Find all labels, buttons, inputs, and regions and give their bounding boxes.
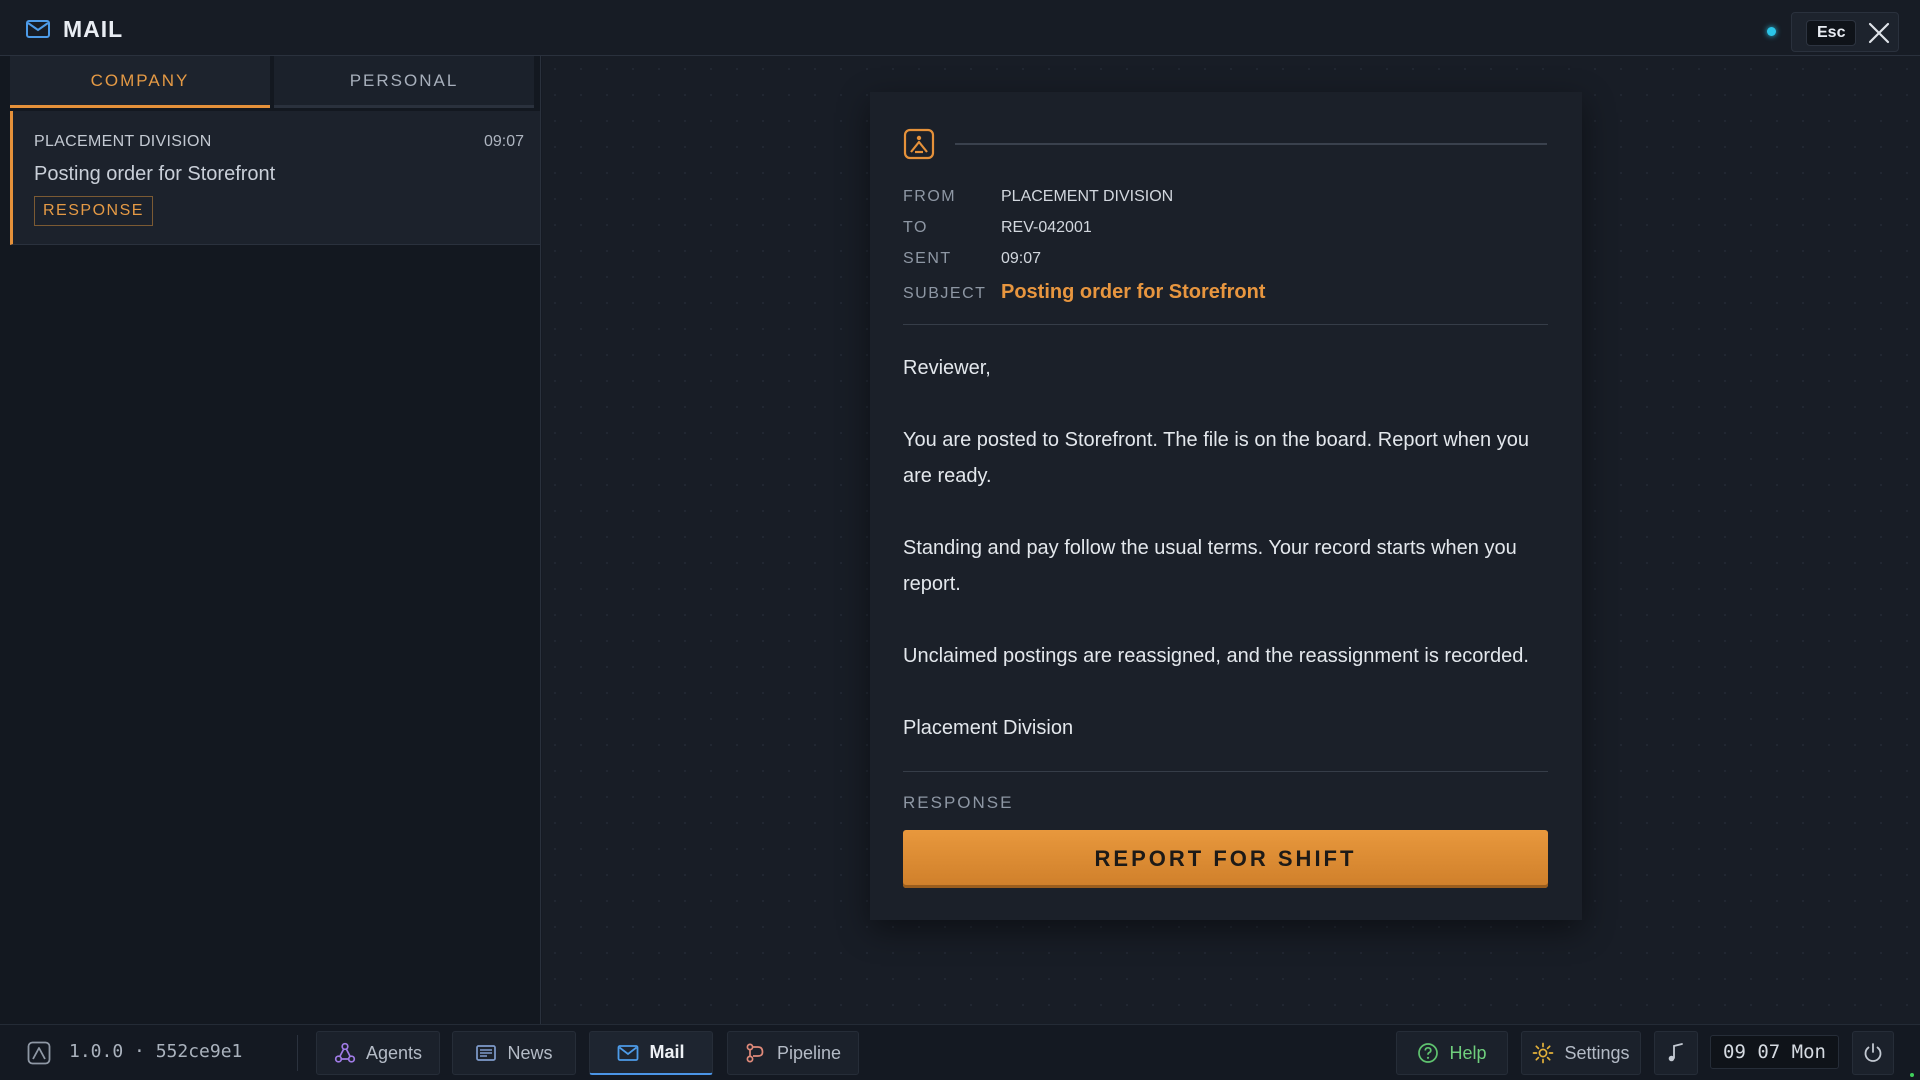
status-badge: RESPONSE (34, 196, 153, 226)
meta-subject: SUBJECT Posting order for Storefront (903, 281, 1265, 312)
body-paragraph: You are posted to Storefront. The file i… (903, 429, 1529, 487)
power-icon (1864, 1043, 1882, 1062)
pipeline-icon (746, 1043, 764, 1063)
taskbar-news-button[interactable]: News (452, 1031, 576, 1075)
mail-sender: PLACEMENT DIVISION (34, 133, 212, 150)
from-label: FROM (903, 188, 957, 205)
list-item[interactable]: PLACEMENT DIVISION 09:07 Posting order f… (10, 111, 540, 245)
settings-button[interactable]: Settings (1521, 1031, 1641, 1075)
app-logo-icon (27, 1041, 51, 1065)
music-button[interactable] (1654, 1031, 1698, 1075)
report-for-shift-button[interactable]: REPORT FOR SHIFT (903, 830, 1548, 888)
response-label: RESPONSE (903, 793, 1014, 812)
header-divider (955, 143, 1547, 145)
help-icon (1418, 1043, 1439, 1063)
body-paragraph: Standing and pay follow the usual terms.… (903, 537, 1517, 595)
body-signature: Placement Division (903, 717, 1074, 739)
taskbar-agents-label: Agents (365, 1042, 423, 1063)
inbox-panel: COMPANY PERSONAL PLACEMENT DIVISION 09:0… (0, 56, 541, 1024)
taskbar-pipeline-button[interactable]: Pipeline (727, 1031, 859, 1075)
meta-from: FROM PLACEMENT DIVISION (903, 188, 1265, 219)
response-divider (903, 771, 1548, 772)
subject-label: SUBJECT (903, 285, 987, 302)
meta-to: TO REV-042001 (903, 219, 1265, 250)
message-meta: FROM PLACEMENT DIVISION TO REV-042001 SE… (903, 188, 1265, 312)
mail-subject: Posting order for Storefront (34, 163, 276, 185)
power-button[interactable] (1852, 1031, 1894, 1075)
gear-icon (1533, 1042, 1554, 1064)
close-icon[interactable] (1868, 22, 1890, 44)
from-value: PLACEMENT DIVISION (1001, 188, 1174, 205)
agents-icon (334, 1042, 356, 1063)
taskbar-mail-label: Mail (649, 1042, 685, 1062)
taskbar: 1.0.0 · 552ce9e1 Agents News Mail Pipeli… (0, 1024, 1920, 1080)
settings-label: Settings (1564, 1042, 1630, 1063)
close-control[interactable]: Esc (1791, 12, 1899, 52)
sent-value: 09:07 (1001, 250, 1042, 267)
to-value: REV-042001 (1001, 219, 1092, 236)
mail-time: 09:07 (483, 133, 524, 150)
meta-sent: SENT 09:07 (903, 250, 1265, 281)
meta-divider (903, 324, 1548, 325)
window-title: MAIL (63, 16, 124, 42)
title-bar: MAIL Esc (0, 0, 1920, 56)
news-icon (476, 1045, 497, 1061)
mail-icon (26, 20, 50, 38)
subject-value: Posting order for Storefront (1001, 281, 1266, 303)
message-card: FROM PLACEMENT DIVISION TO REV-042001 SE… (870, 92, 1582, 920)
sent-label: SENT (903, 250, 952, 267)
esc-key-hint[interactable]: Esc (1806, 20, 1857, 46)
tab-personal[interactable]: PERSONAL (274, 56, 534, 108)
music-note-icon (1668, 1043, 1683, 1062)
message-body: Reviewer, You are posted to Storefront. … (903, 350, 1543, 782)
body-paragraph: Unclaimed postings are reassigned, and t… (903, 645, 1529, 667)
taskbar-mail-button[interactable]: Mail (589, 1031, 713, 1075)
taskbar-agents-button[interactable]: Agents (316, 1031, 440, 1075)
reading-pane: FROM PLACEMENT DIVISION TO REV-042001 SE… (542, 56, 1920, 1024)
tab-company[interactable]: COMPANY (10, 56, 270, 108)
taskbar-news-label: News (507, 1042, 553, 1063)
inbox-tabs: COMPANY PERSONAL (10, 56, 540, 108)
clock-display: 09 07 Mon (1710, 1035, 1839, 1069)
company-logo-icon (903, 128, 935, 160)
to-label: TO (903, 219, 928, 236)
body-paragraph: Reviewer, (903, 357, 991, 379)
taskbar-divider (297, 1035, 298, 1071)
status-indicator (1767, 27, 1776, 36)
connection-indicator (1910, 1073, 1914, 1077)
mail-icon (618, 1044, 639, 1061)
version-label: 1.0.0 · 552ce9e1 (69, 1041, 243, 1062)
help-button[interactable]: Help (1396, 1031, 1508, 1075)
taskbar-pipeline-label: Pipeline (776, 1042, 842, 1063)
help-label: Help (1449, 1042, 1487, 1063)
